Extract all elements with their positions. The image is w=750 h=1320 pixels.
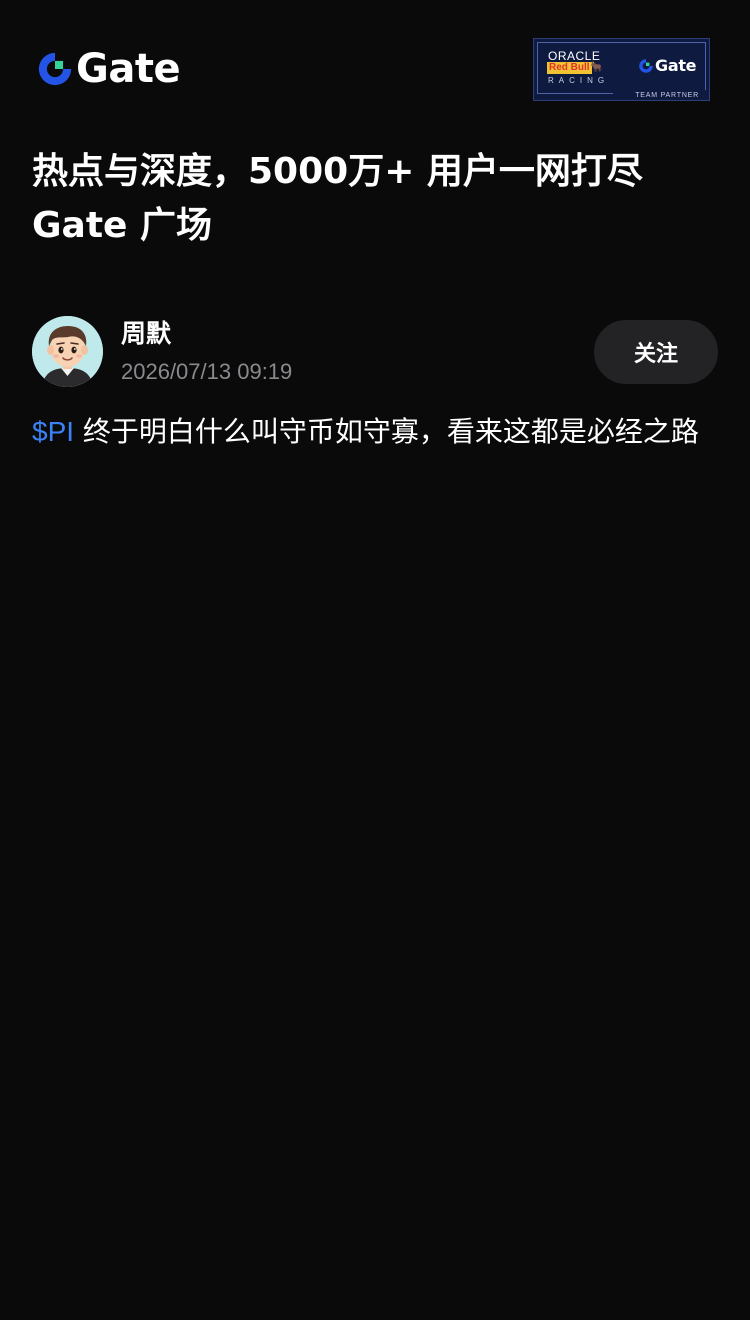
page-headline: 热点与深度，5000万+ 用户一网打尽 Gate 广场	[32, 145, 722, 253]
redbull-text: Red Bull	[547, 62, 592, 74]
partner-gate-text: Gate	[655, 56, 697, 75]
post-timestamp: 2026/07/13 09:19	[121, 359, 293, 384]
partner-badge-frame: ORACLE Red Bull 🐂 RACING Gate	[537, 42, 706, 94]
gate-logo[interactable]: Gate	[36, 46, 181, 92]
post-author-row: 周默 2026/07/13 09:19 关注	[32, 315, 718, 387]
headline-line-1: 热点与深度，5000万+ 用户一网打尽	[32, 151, 643, 192]
cartoon-boy-avatar-icon	[32, 316, 103, 387]
avatar[interactable]	[32, 316, 103, 387]
brand-name: Gate	[76, 46, 181, 92]
ticker-link[interactable]: $PI	[32, 416, 74, 447]
oracle-text: ORACLE	[548, 49, 601, 63]
partner-gate-logo: Gate	[638, 56, 697, 75]
post-content: $PI 终于明白什么叫守币如守寡，看来这都是必经之路	[32, 410, 722, 454]
partner-gate-icon	[639, 58, 653, 73]
racing-text: RACING	[548, 76, 610, 85]
follow-button[interactable]: 关注	[594, 320, 718, 384]
top-header: Gate ORACLE Red Bull 🐂 RACING Gate TEAM …	[0, 0, 750, 110]
headline-line-2: Gate 广场	[32, 205, 213, 246]
team-partner-badge: ORACLE Red Bull 🐂 RACING Gate TEAM PARTN…	[533, 38, 710, 101]
gate-logo-icon	[38, 52, 72, 86]
author-name[interactable]: 周默	[121, 317, 171, 351]
redbull-bulls-icon: 🐂	[590, 62, 603, 73]
post-text: 终于明白什么叫守币如守寡，看来这都是必经之路	[74, 415, 699, 448]
team-partner-text: TEAM PARTNER	[635, 92, 699, 99]
